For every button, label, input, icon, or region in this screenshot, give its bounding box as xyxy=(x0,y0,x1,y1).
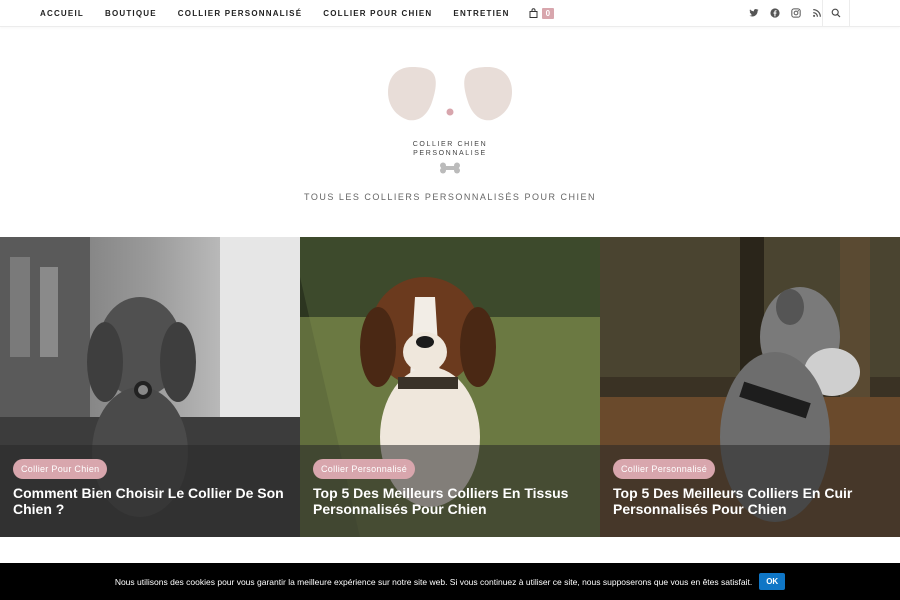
twitter-icon[interactable] xyxy=(749,8,759,18)
site-logo[interactable] xyxy=(386,66,514,122)
search-button[interactable] xyxy=(822,0,850,26)
featured-posts: Collier Pour Chien Comment Bien Choisir … xyxy=(0,237,900,537)
search-icon xyxy=(831,8,841,18)
top-navigation-bar: ACCUEIL BOUTIQUE COLLIER PERSONNALISÉ CO… xyxy=(0,0,900,27)
post-card[interactable]: Collier Pour Chien Comment Bien Choisir … xyxy=(0,237,300,537)
post-title[interactable]: Top 5 Des Meilleurs Colliers En Cuir Per… xyxy=(613,485,893,517)
nav-item-entretien[interactable]: ENTRETIEN xyxy=(453,9,509,18)
nav-item-accueil[interactable]: ACCUEIL xyxy=(40,9,84,18)
instagram-icon[interactable] xyxy=(791,8,801,18)
social-links xyxy=(749,0,822,26)
cookie-ok-button[interactable]: OK xyxy=(759,573,786,590)
nav-item-boutique[interactable]: BOUTIQUE xyxy=(105,9,157,18)
facebook-icon[interactable] xyxy=(770,8,780,18)
cookie-banner: Nous utilisons des cookies pour vous gar… xyxy=(0,563,900,600)
post-title[interactable]: Top 5 Des Meilleurs Colliers En Tissus P… xyxy=(313,485,593,517)
bone-icon xyxy=(440,162,460,174)
post-category-badge[interactable]: Collier Personnalisé xyxy=(613,459,716,479)
logo-line-2: PERSONNALISE xyxy=(413,150,487,157)
nav-item-collier-pour-chien[interactable]: COLLIER POUR CHIEN xyxy=(323,9,432,18)
nav-item-collier-personnalise[interactable]: COLLIER PERSONNALISÉ xyxy=(178,9,302,18)
shopping-bag-icon xyxy=(529,8,538,18)
post-card[interactable]: Collier Personnalisé Top 5 Des Meilleurs… xyxy=(600,237,900,537)
rss-icon[interactable] xyxy=(812,8,822,18)
post-card[interactable]: Collier Personnalisé Top 5 Des Meilleurs… xyxy=(300,237,600,537)
logo-line-1: COLLIER CHIEN xyxy=(412,141,488,148)
logo-wordmark: COLLIER CHIEN PERSONNALISE xyxy=(380,140,520,158)
site-tagline: TOUS LES COLLIERS PERSONNALISÉS POUR CHI… xyxy=(304,192,596,202)
cart-button[interactable]: 0 xyxy=(529,7,555,19)
cookie-message: Nous utilisons des cookies pour vous gar… xyxy=(114,576,753,587)
post-category-badge[interactable]: Collier Personnalisé xyxy=(313,459,416,479)
post-title[interactable]: Comment Bien Choisir Le Collier De Son C… xyxy=(13,485,293,517)
post-category-badge[interactable]: Collier Pour Chien xyxy=(13,459,108,479)
cart-count-badge: 0 xyxy=(541,7,555,19)
main-menu: ACCUEIL BOUTIQUE COLLIER PERSONNALISÉ CO… xyxy=(40,0,555,26)
